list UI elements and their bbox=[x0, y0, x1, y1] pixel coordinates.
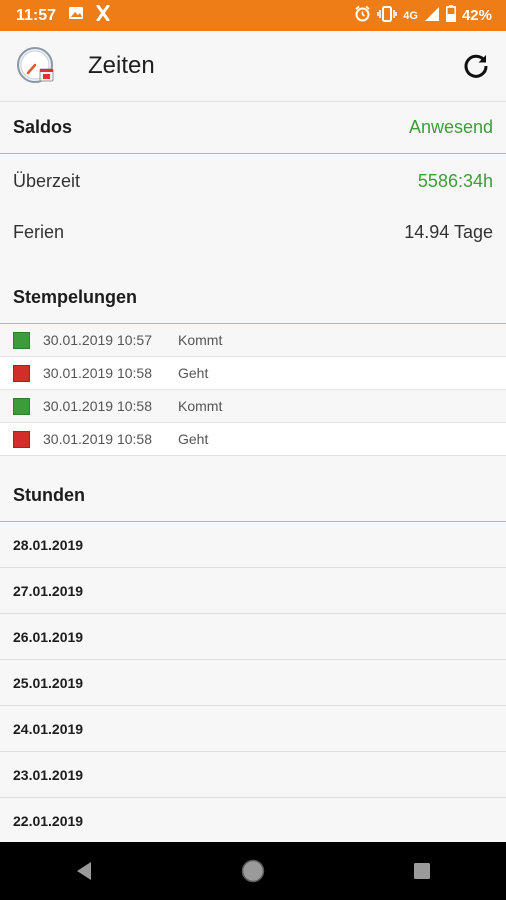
saldo-row-ueberzeit: Überzeit 5586:34h bbox=[0, 156, 506, 207]
home-button[interactable] bbox=[233, 851, 273, 891]
status-time: 11:57 bbox=[16, 6, 57, 24]
day-date: 27.01.2019 bbox=[13, 582, 84, 599]
system-nav-bar bbox=[0, 842, 506, 900]
stempelungen-title: Stempelungen bbox=[13, 287, 138, 307]
app-bar: Zeiten bbox=[0, 31, 506, 102]
list-item[interactable]: 30.01.2019 10:58 Kommt bbox=[0, 390, 506, 423]
alarm-icon bbox=[354, 5, 371, 26]
battery-icon bbox=[445, 5, 456, 26]
list-item[interactable]: 26.01.2019 bbox=[0, 614, 506, 660]
day-date: 22.01.2019 bbox=[13, 812, 84, 829]
stamp-type: Geht bbox=[178, 431, 209, 447]
clock-app-logo-icon bbox=[16, 46, 56, 86]
recents-button[interactable] bbox=[402, 851, 442, 891]
refresh-button[interactable] bbox=[460, 50, 492, 82]
stamp-datetime: 30.01.2019 10:58 bbox=[43, 431, 152, 447]
list-item[interactable]: 30.01.2019 10:58 Geht bbox=[0, 423, 506, 456]
stamp-datetime: 30.01.2019 10:57 bbox=[43, 332, 152, 348]
geht-indicator-icon bbox=[13, 430, 30, 448]
saldo-value: 5586:34h bbox=[417, 171, 493, 191]
kommt-indicator-icon bbox=[13, 397, 30, 415]
day-date: 23.01.2019 bbox=[13, 766, 84, 783]
refresh-icon bbox=[464, 54, 488, 78]
saldo-label: Ferien bbox=[13, 222, 65, 242]
stamp-type: Kommt bbox=[178, 398, 223, 414]
signal-icon bbox=[424, 6, 440, 26]
kommt-indicator-icon bbox=[13, 331, 30, 349]
page-title: Zeiten bbox=[88, 52, 155, 79]
list-item[interactable]: 30.01.2019 10:57 Kommt bbox=[0, 324, 506, 357]
vibrate-icon bbox=[377, 5, 398, 26]
saldos-title: Saldos bbox=[13, 117, 73, 137]
day-date: 26.01.2019 bbox=[13, 628, 84, 645]
stamp-list: 30.01.2019 10:57 Kommt 30.01.2019 10:58 … bbox=[0, 324, 506, 456]
x-app-icon bbox=[96, 4, 110, 26]
list-item[interactable]: 22.01.2019 bbox=[0, 798, 506, 842]
back-button[interactable] bbox=[64, 851, 104, 891]
stamp-datetime: 30.01.2019 10:58 bbox=[43, 365, 152, 381]
back-triangle-icon bbox=[77, 862, 92, 880]
battery-level: 42% bbox=[461, 7, 492, 24]
presence-status: Anwesend bbox=[408, 117, 493, 137]
list-item[interactable]: 30.01.2019 10:58 Geht bbox=[0, 357, 506, 390]
list-item[interactable]: 24.01.2019 bbox=[0, 706, 506, 752]
saldo-label: Überzeit bbox=[13, 171, 81, 191]
list-item[interactable]: 25.01.2019 bbox=[0, 660, 506, 706]
day-date: 24.01.2019 bbox=[13, 720, 84, 737]
recents-square-icon bbox=[413, 863, 430, 879]
status-bar: 11:57 4G 42% bbox=[0, 0, 506, 31]
day-date: 28.01.2019 bbox=[13, 536, 84, 553]
image-icon bbox=[68, 5, 84, 26]
stempelungen-header: Stempelungen bbox=[0, 272, 506, 324]
geht-indicator-icon bbox=[13, 364, 30, 382]
stamp-type: Kommt bbox=[178, 332, 223, 348]
saldo-row-ferien: Ferien 14.94 Tage bbox=[0, 207, 506, 258]
stamp-type: Geht bbox=[178, 365, 209, 381]
network-type: 4G bbox=[403, 9, 418, 22]
stunden-header: Stunden bbox=[0, 470, 506, 522]
stunden-title: Stunden bbox=[13, 485, 85, 505]
stamp-datetime: 30.01.2019 10:58 bbox=[43, 398, 152, 414]
saldo-value: 14.94 Tage bbox=[404, 222, 493, 242]
saldos-header: Saldos Anwesend bbox=[0, 102, 506, 154]
list-item[interactable]: 27.01.2019 bbox=[0, 568, 506, 614]
list-item[interactable]: 28.01.2019 bbox=[0, 522, 506, 568]
day-date: 25.01.2019 bbox=[13, 674, 84, 691]
stunden-list: 28.01.2019 27.01.2019 26.01.2019 25.01.2… bbox=[0, 522, 506, 842]
main-content: Saldos Anwesend Überzeit 5586:34h Ferien… bbox=[0, 102, 506, 842]
list-item[interactable]: 23.01.2019 bbox=[0, 752, 506, 798]
home-circle-icon bbox=[241, 859, 265, 883]
